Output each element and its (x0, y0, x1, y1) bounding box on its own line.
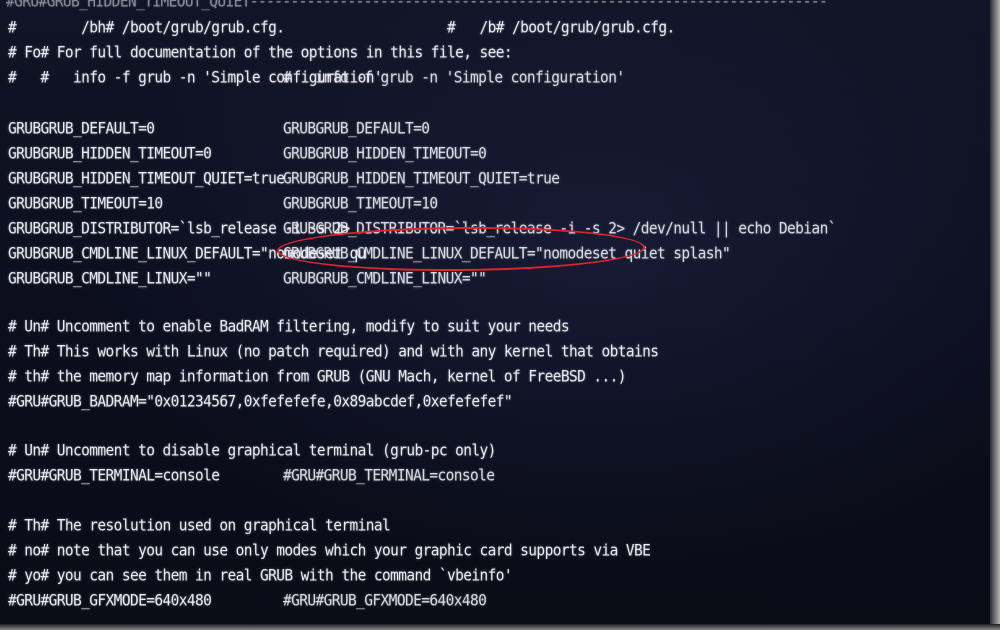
ghost-line-cmdline: GRUBGRUB_CMDLINE_LINUX="" (283, 270, 487, 289)
badram-setting: #GRU#GRUB_BADRAM="0x01234567,0xfefefefe,… (8, 393, 513, 412)
terminal-setting-ghost: #GRU#GRUB_TERMINAL=console (283, 467, 495, 486)
config-line-hidden-timeout: GRUBGRUB_HIDDEN_TIMEOUT=0 (8, 145, 212, 164)
gfx-setting: #GRU#GRUB_GFXMODE=640x480 (8, 592, 212, 611)
gfx-comment-1: # Th# The resolution used on graphical t… (8, 517, 391, 536)
header-comment-line: # /bh# /boot/grub/grub.cfg. # /b# /boot/… (8, 19, 675, 38)
monitor-bezel-right (990, 0, 1000, 630)
badram-comment-3: # th# the memory map information from GR… (8, 368, 626, 387)
badram-comment-1: # Un# Uncomment to enable BadRAM filteri… (8, 318, 570, 337)
info-comment-line-ghost: # info -f grub -n 'Simple configuration' (283, 69, 625, 88)
config-line-default: GRUBGRUB_DEFAULT=0 (8, 120, 155, 139)
badram-comment-2: # Th# This works with Linux (no patch re… (8, 343, 659, 362)
terminal-screen: #GRU#GRUB_HIDDEN_TIMEOUT_QUIET----------… (0, 0, 1000, 630)
gfx-comment-2: # no# note that you can use only modes w… (8, 542, 651, 561)
ghost-line-hidden-timeout: GRUBGRUB_HIDDEN_TIMEOUT=0 (283, 145, 487, 164)
config-line-timeout: GRUBGRUB_TIMEOUT=10 (8, 195, 163, 214)
scanline-artifact: #GRU#GRUB_HIDDEN_TIMEOUT_QUIET----------… (6, 0, 828, 12)
terminal-setting: #GRU#GRUB_TERMINAL=console (8, 467, 220, 486)
config-line-cmdline: GRUBGRUB_CMDLINE_LINUX="" (8, 270, 212, 289)
ghost-line-hidden-timeout-quiet: GRUBGRUB_HIDDEN_TIMEOUT_QUIET=true (283, 170, 560, 189)
gfx-comment-3: # yo# you can see them in real GRUB with… (8, 567, 513, 586)
ghost-line-default: GRUBGRUB_DEFAULT=0 (283, 120, 430, 139)
ghost-line-timeout: GRUBGRUB_TIMEOUT=10 (283, 195, 438, 214)
monitor-bezel-bottom (0, 624, 1000, 630)
gfx-setting-ghost: #GRU#GRUB_GFXMODE=640x480 (283, 592, 487, 611)
config-line-hidden-timeout-quiet: GRUBGRUB_HIDDEN_TIMEOUT_QUIET=true (8, 170, 285, 189)
doc-comment-line: # Fo# For full documentation of the opti… (8, 44, 513, 63)
terminal-comment: # Un# Uncomment to disable graphical ter… (8, 442, 496, 461)
